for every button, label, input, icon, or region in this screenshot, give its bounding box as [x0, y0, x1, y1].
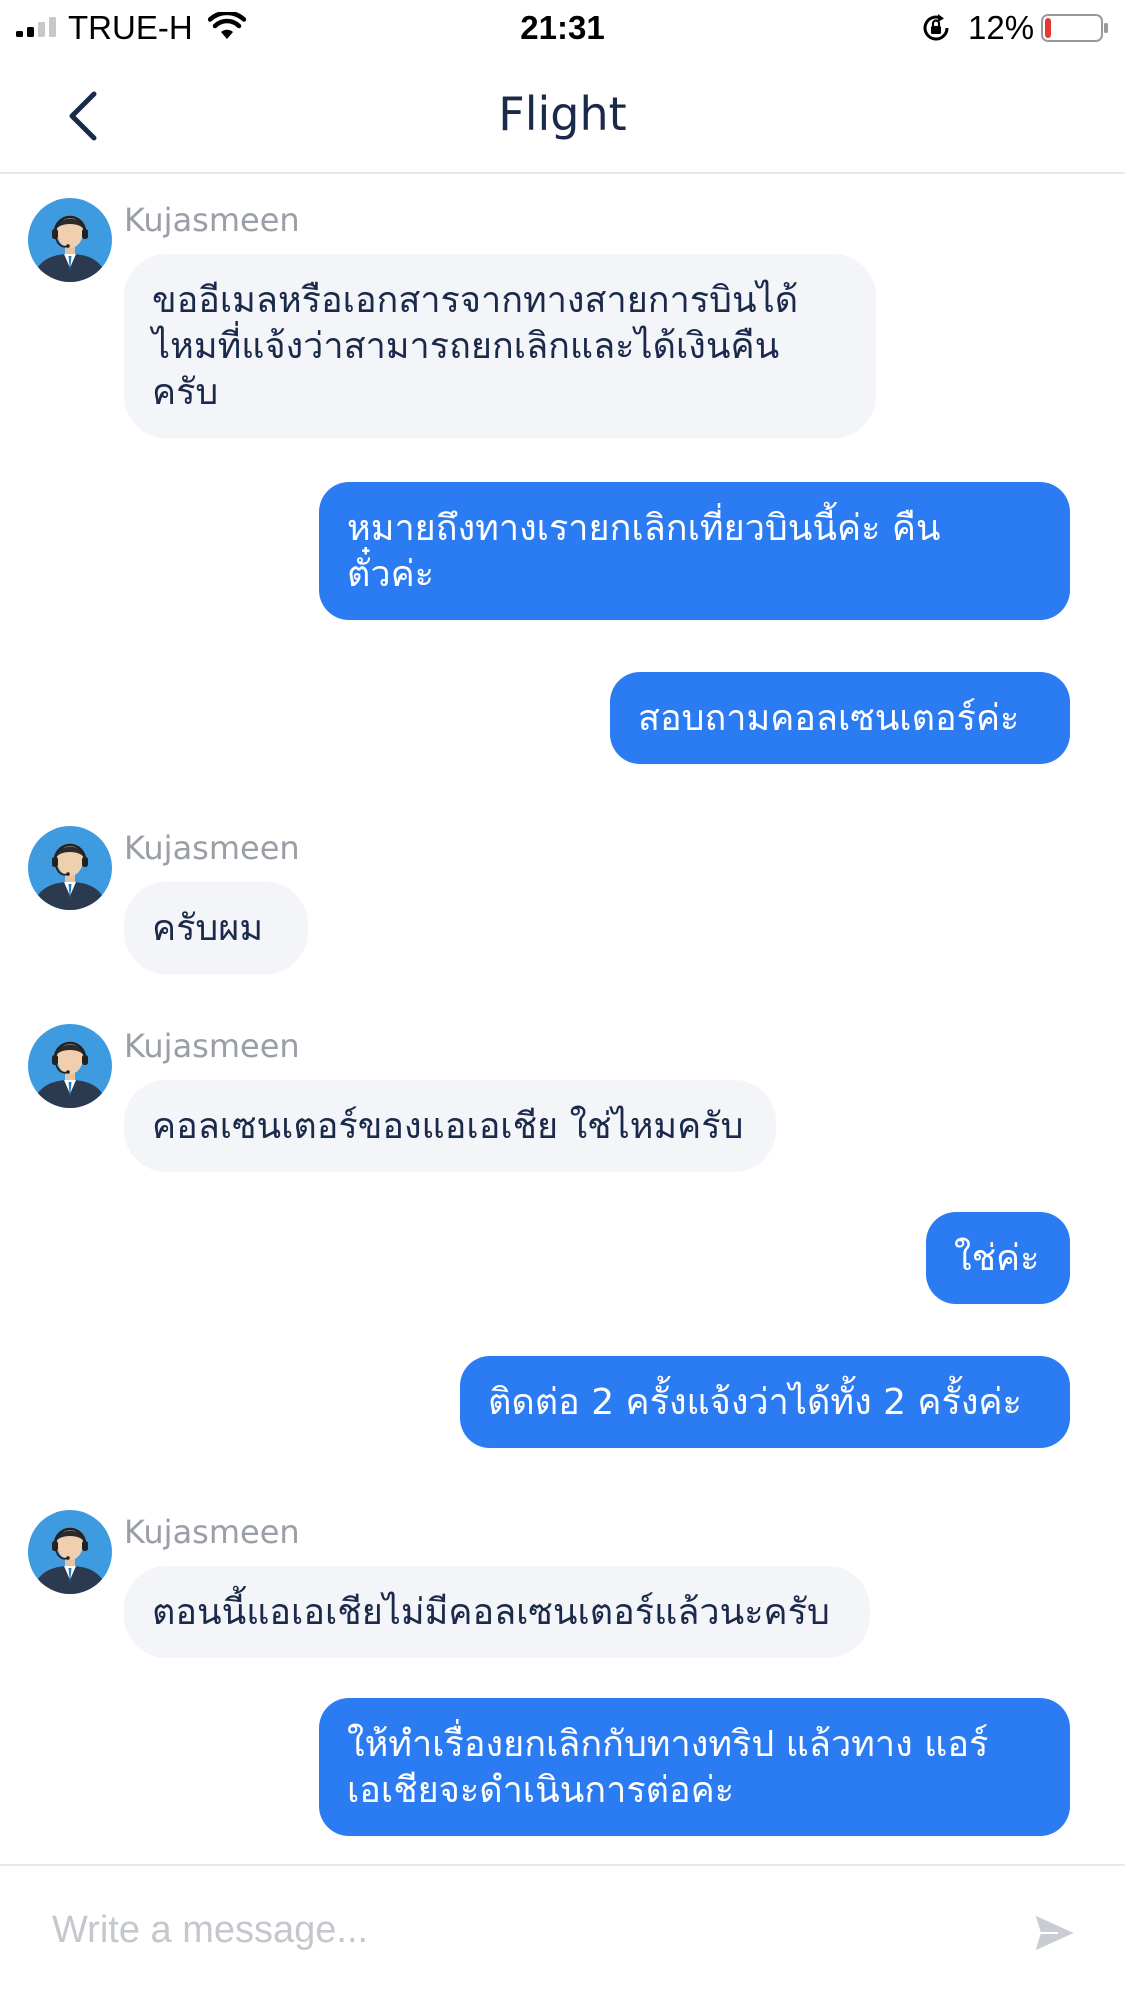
message-text: ไหมที่แจ้งว่าสามารถยกเลิกและได้เงินคืน: [152, 326, 780, 367]
message-composer: [0, 1864, 1125, 2002]
incoming-message-bubble[interactable]: ขออีเมลหรือเอกสารจากทางสายการบินได้ ไหมท…: [124, 254, 876, 438]
message-text: ขออีเมลหรือเอกสารจากทางสายการบินได้: [152, 280, 799, 321]
battery-level-fill: [1045, 18, 1051, 38]
sender-name: Kujasmeen: [124, 1513, 300, 1551]
battery-icon: [1041, 14, 1108, 42]
message-text: ตอนนี้แอเอเชียไม่มีคอลเซนเตอร์แล้วนะครับ: [152, 1592, 830, 1633]
agent-avatar-icon[interactable]: [28, 1024, 112, 1108]
outgoing-message-bubble[interactable]: ติดต่อ 2 ครั้งแจ้งว่าได้ทั้ง 2 ครั้งค่ะ: [460, 1356, 1070, 1448]
agent-avatar-icon[interactable]: [28, 826, 112, 910]
message-text: ติดต่อ 2 ครั้งแจ้งว่าได้ทั้ง 2 ครั้งค่ะ: [488, 1382, 1022, 1423]
message-input[interactable]: [52, 1900, 952, 1960]
agent-avatar-icon[interactable]: [28, 1510, 112, 1594]
message-text: ใช่ค่ะ: [954, 1238, 1040, 1279]
sender-name: Kujasmeen: [124, 1027, 300, 1065]
message-text: ครับผม: [152, 908, 264, 949]
navigation-bar: Flight: [0, 58, 1125, 174]
sender-name: Kujasmeen: [124, 201, 300, 239]
send-icon: [1033, 1913, 1077, 1953]
page-title: Flight: [498, 87, 627, 141]
chat-thread[interactable]: Kujasmeen ขออีเมลหรือเอกสารจากทางสายการบ…: [0, 174, 1125, 1864]
status-bar: TRUE-H 21:31 12%: [0, 0, 1125, 58]
send-button[interactable]: [1032, 1912, 1078, 1954]
message-text: ครับ: [152, 372, 219, 413]
message-text: หมายถึงทางเรายกเลิกเที่ยวบินนี้ค่ะ คืน: [347, 508, 941, 549]
message-text: คอลเซนเตอร์ของแอเอเชีย ใช่ไหมครับ: [152, 1106, 744, 1147]
incoming-message-bubble[interactable]: คอลเซนเตอร์ของแอเอเชีย ใช่ไหมครับ: [124, 1080, 776, 1172]
incoming-message-bubble[interactable]: ครับผม: [124, 882, 308, 974]
status-time: 21:31: [520, 9, 605, 46]
outgoing-message-bubble[interactable]: ให้ทำเรื่องยกเลิกกับทางทริป แล้วทาง แอร์…: [319, 1698, 1070, 1836]
outgoing-message-bubble[interactable]: ใช่ค่ะ: [926, 1212, 1070, 1304]
sender-name: Kujasmeen: [124, 829, 300, 867]
rotation-lock-icon: [923, 14, 949, 41]
battery-percentage: 12%: [968, 9, 1035, 46]
agent-avatar-icon[interactable]: [28, 198, 112, 282]
message-text: สอบถามคอลเซนเตอร์ค่ะ: [638, 698, 1020, 739]
outgoing-message-bubble[interactable]: หมายถึงทางเรายกเลิกเที่ยวบินนี้ค่ะ คืน ต…: [319, 482, 1070, 620]
message-text: ตั๋วค่ะ: [347, 554, 435, 595]
message-text: เอเชียจะดำเนินการต่อค่ะ: [347, 1770, 735, 1811]
message-text: ให้ทำเรื่องยกเลิกกับทางทริป แล้วทาง แอร์: [347, 1724, 989, 1765]
outgoing-message-bubble[interactable]: สอบถามคอลเซนเตอร์ค่ะ: [610, 672, 1070, 764]
incoming-message-bubble[interactable]: ตอนนี้แอเอเชียไม่มีคอลเซนเตอร์แล้วนะครับ: [124, 1566, 870, 1658]
